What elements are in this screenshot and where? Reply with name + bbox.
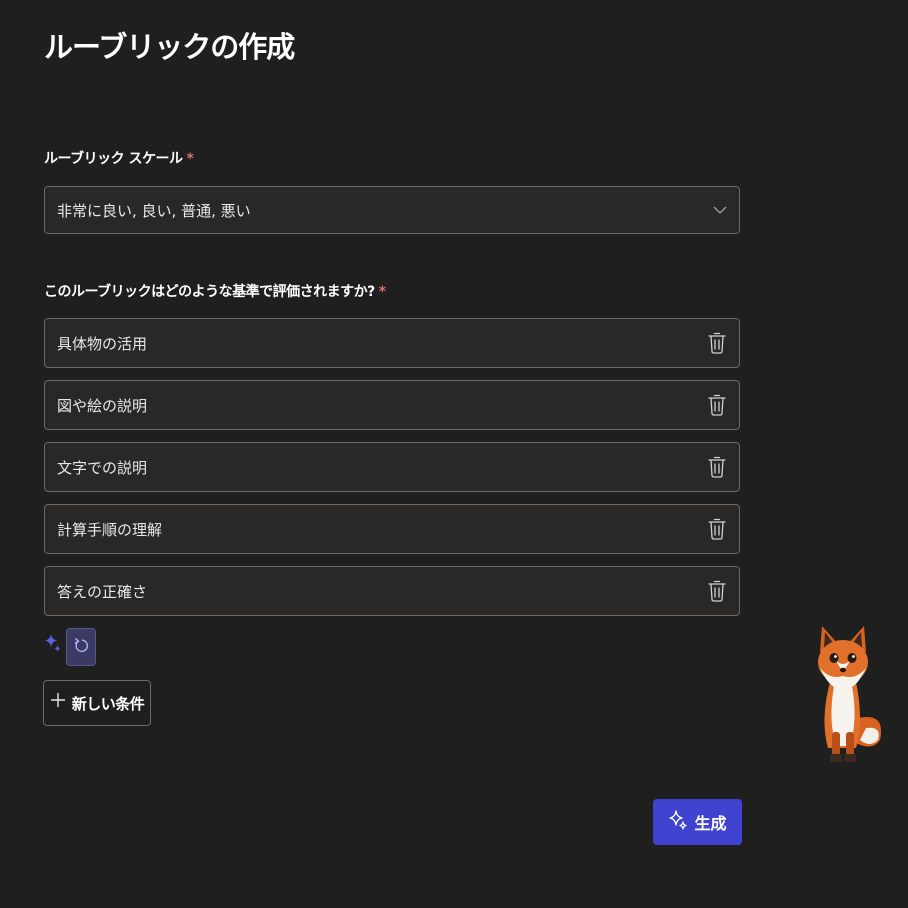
criterion-field[interactable]: 具体物の活用 [44, 318, 740, 368]
criterion-field[interactable]: 計算手順の理解 [44, 504, 740, 554]
trash-icon[interactable] [707, 579, 727, 603]
fox-mascot[interactable] [806, 620, 886, 774]
chevron-down-icon [713, 201, 727, 219]
scale-dropdown-value: 非常に良い, 良い, 普通, 悪い [57, 201, 251, 220]
criteria-label-text: このルーブリックはどのような基準で評価されますか? [44, 284, 375, 300]
required-mark: * [378, 284, 386, 300]
criterion-field[interactable]: 図や絵の説明 [44, 380, 740, 430]
refresh-button[interactable] [66, 628, 96, 666]
trash-icon[interactable] [707, 517, 727, 541]
trash-icon[interactable] [707, 393, 727, 417]
required-mark: * [186, 151, 194, 167]
plus-icon [50, 691, 66, 713]
generate-label: 生成 [694, 814, 727, 833]
page-title: ルーブリックの作成 [44, 30, 295, 64]
scale-label-text: ルーブリック スケール [44, 151, 183, 167]
criterion-field[interactable]: 答えの正確さ [44, 566, 740, 616]
add-criterion-label: 新しい条件 [71, 694, 145, 713]
trash-icon[interactable] [707, 455, 727, 479]
criterion-text: 具体物の活用 [57, 334, 148, 353]
criterion-text: 計算手順の理解 [57, 520, 163, 539]
sparkle-icon [44, 632, 62, 660]
scale-label: ルーブリック スケール * [44, 148, 194, 168]
scale-dropdown[interactable]: 非常に良い, 良い, 普通, 悪い [44, 186, 740, 234]
criterion-text: 答えの正確さ [57, 582, 148, 601]
generate-button[interactable]: 生成 [653, 799, 742, 845]
add-criterion-button[interactable]: 新しい条件 [43, 680, 151, 726]
refresh-icon [73, 636, 89, 658]
criterion-text: 文字での説明 [57, 458, 148, 477]
criterion-field[interactable]: 文字での説明 [44, 442, 740, 492]
trash-icon[interactable] [707, 331, 727, 355]
criteria-label: このルーブリックはどのような基準で評価されますか? * [44, 281, 386, 301]
criterion-text: 図や絵の説明 [57, 396, 148, 415]
sparkle-icon [668, 809, 688, 835]
